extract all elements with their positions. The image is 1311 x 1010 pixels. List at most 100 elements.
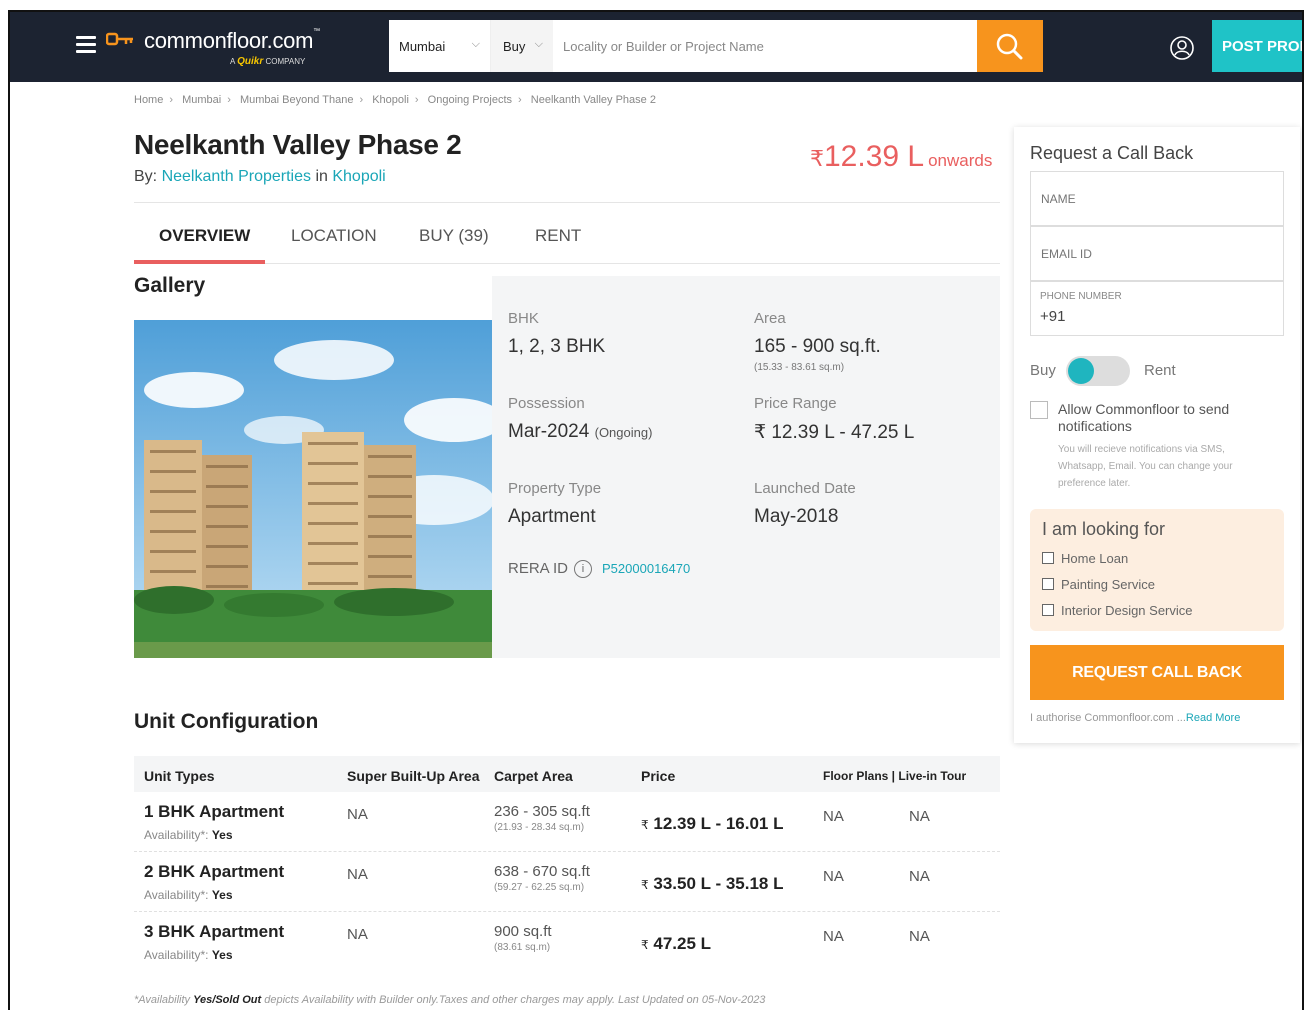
- unit-config-heading: Unit Configuration: [134, 710, 319, 733]
- tab-rent[interactable]: RENT: [535, 226, 581, 246]
- live-tour: NA: [909, 808, 930, 825]
- breadcrumb-item: Neelkanth Valley Phase 2: [530, 94, 656, 106]
- table-row: 3 BHK Apartment Availability*: Yes NA 90…: [134, 912, 1000, 972]
- availability: Availability*: Yes: [144, 948, 233, 962]
- property-type-field: Property Type Apartment: [508, 480, 602, 527]
- chevron-down-icon: ⌵: [471, 38, 480, 50]
- floor-plan: NA: [823, 868, 844, 885]
- interior-design-option[interactable]: Interior Design Service: [1042, 603, 1193, 618]
- carpet-area: 900 sq.ft (83.61 sq.m): [494, 923, 552, 953]
- checkbox[interactable]: [1042, 552, 1054, 564]
- column-header: Super Built-Up Area: [347, 768, 480, 784]
- locality-link[interactable]: Khopoli: [332, 168, 385, 185]
- table-row: 1 BHK Apartment Availability*: Yes NA 23…: [134, 792, 1000, 852]
- project-photo[interactable]: [134, 320, 492, 658]
- authorise-text: I authorise Commonfloor.com ...Read More: [1030, 712, 1241, 724]
- notifications-hint: You will recieve notifications via SMS, …: [1058, 444, 1233, 489]
- city-select[interactable]: Mumbai ⌵: [389, 20, 491, 72]
- key-logo-icon: [106, 32, 133, 46]
- breadcrumb-item[interactable]: Home: [134, 94, 163, 106]
- phone-prefix: +91: [1040, 308, 1066, 325]
- super-area: NA: [347, 806, 368, 823]
- launched-date-field: Launched Date May-2018: [754, 480, 856, 527]
- carpet-area: 236 - 305 sq.ft (21.93 - 28.34 sq.m): [494, 803, 590, 833]
- tab-location[interactable]: LOCATION: [291, 226, 377, 246]
- breadcrumb-item[interactable]: Ongoing Projects: [428, 94, 512, 106]
- area-field: Area 165 - 900 sq.ft. (15.33 - 83.61 sq.…: [754, 310, 881, 373]
- looking-for-heading: I am looking for: [1042, 519, 1166, 539]
- possession-field: Possession Mar-2024 (Ongoing): [508, 395, 653, 442]
- column-header: Unit Types: [144, 768, 215, 784]
- breadcrumb: Home › Mumbai › Mumbai Beyond Thane › Khopo…: [134, 94, 656, 106]
- price-onwards: ₹12.39 Lonwards: [810, 140, 993, 173]
- live-tour: NA: [909, 868, 930, 885]
- search-button[interactable]: [977, 20, 1043, 72]
- page-title: Neelkanth Valley Phase 2: [134, 129, 462, 160]
- column-header: Carpet Area: [494, 768, 573, 784]
- checkbox[interactable]: [1042, 604, 1054, 616]
- tab-overview[interactable]: OVERVIEW: [159, 226, 250, 246]
- email-field[interactable]: [1030, 226, 1284, 281]
- top-header: commonfloor.com™ A Quikr COMPANY Mumbai ⌵…: [10, 12, 1302, 82]
- rera-link[interactable]: P52000016470: [602, 561, 690, 576]
- checkbox[interactable]: [1042, 578, 1054, 590]
- logo-subtitle: A Quikr COMPANY: [230, 56, 306, 67]
- painting-service-option[interactable]: Painting Service: [1042, 577, 1155, 592]
- info-icon[interactable]: i: [574, 560, 593, 579]
- search-icon: [996, 33, 1023, 60]
- project-details-panel: BHK 1, 2, 3 BHK Area 165 - 900 sq.ft. (1…: [492, 276, 1000, 658]
- column-header: Floor Plans | Live-in Tour: [823, 769, 967, 783]
- post-property-button[interactable]: POST PROP: [1212, 20, 1302, 72]
- page-frame: commonfloor.com™ A Quikr COMPANY Mumbai ⌵…: [8, 10, 1304, 1010]
- home-loan-option[interactable]: Home Loan: [1042, 551, 1128, 566]
- breadcrumb-item[interactable]: Mumbai: [182, 94, 221, 106]
- chevron-down-icon: ⌵: [534, 38, 543, 50]
- floor-plan: NA: [823, 928, 844, 945]
- phone-field[interactable]: [1030, 281, 1284, 336]
- phone-label: PHONE NUMBER: [1040, 291, 1122, 302]
- builder-link[interactable]: Neelkanth Properties: [162, 168, 311, 185]
- mode-select[interactable]: Buy ⌵: [491, 20, 553, 72]
- read-more-link[interactable]: Read More: [1186, 712, 1240, 724]
- builder-byline: By: Neelkanth Properties in Khopoli: [134, 168, 386, 185]
- price-range-field: Price Range ₹ 12.39 L - 47.25 L: [754, 395, 915, 443]
- availability: Availability*: Yes: [144, 828, 233, 842]
- rera-id: RERA ID i P52000016470: [508, 560, 691, 579]
- breadcrumb-item[interactable]: Khopoli: [372, 94, 409, 106]
- unit-price: ₹ 12.39 L - 16.01 L: [641, 814, 784, 833]
- tab-buy[interactable]: BUY (39): [419, 226, 489, 246]
- form-heading: Request a Call Back: [1030, 143, 1194, 163]
- hamburger-menu-icon[interactable]: [76, 36, 96, 54]
- unit-type[interactable]: 1 BHK Apartment: [144, 802, 284, 822]
- toggle-knob: [1068, 358, 1094, 384]
- table-header: Unit Types Super Built-Up Area Carpet Ar…: [134, 756, 1000, 792]
- unit-price: ₹ 33.50 L - 35.18 L: [641, 874, 784, 893]
- logo-text: commonfloor.com™: [144, 28, 320, 53]
- search-input[interactable]: [553, 20, 977, 72]
- notifications-checkbox[interactable]: [1030, 401, 1048, 419]
- active-tab-indicator: [134, 260, 265, 264]
- request-call-back-button[interactable]: REQUEST CALL BACK: [1030, 645, 1284, 700]
- super-area: NA: [347, 926, 368, 943]
- column-header: Price: [641, 768, 676, 784]
- carpet-area: 638 - 670 sq.ft (59.27 - 62.25 sq.m): [494, 863, 590, 893]
- floor-plan: NA: [823, 808, 844, 825]
- toggle-label-rent: Rent: [1144, 362, 1176, 379]
- availability: Availability*: Yes: [144, 888, 233, 902]
- unit-config-table: Unit Types Super Built-Up Area Carpet Ar…: [134, 756, 1000, 972]
- looking-for-box: I am looking for Home Loan Painting Serv…: [1030, 509, 1284, 631]
- callback-form: Request a Call Back PHONE NUMBER +91 Buy…: [1014, 127, 1300, 743]
- gallery-heading: Gallery: [134, 274, 206, 297]
- bhk-field: BHK 1, 2, 3 BHK: [508, 310, 606, 357]
- unit-price: ₹ 47.25 L: [641, 934, 712, 953]
- name-field[interactable]: [1030, 171, 1284, 226]
- unit-type[interactable]: 2 BHK Apartment: [144, 862, 284, 882]
- search-bar: Mumbai ⌵ Buy ⌵: [389, 20, 1043, 72]
- breadcrumb-item[interactable]: Mumbai Beyond Thane: [240, 94, 354, 106]
- buy-rent-toggle[interactable]: [1066, 356, 1130, 386]
- unit-type[interactable]: 3 BHK Apartment: [144, 922, 284, 942]
- user-account-icon[interactable]: [1170, 36, 1194, 60]
- live-tour: NA: [909, 928, 930, 945]
- divider: [134, 202, 1000, 203]
- notifications-label: Allow Commonfloor to send notifications: [1058, 401, 1230, 434]
